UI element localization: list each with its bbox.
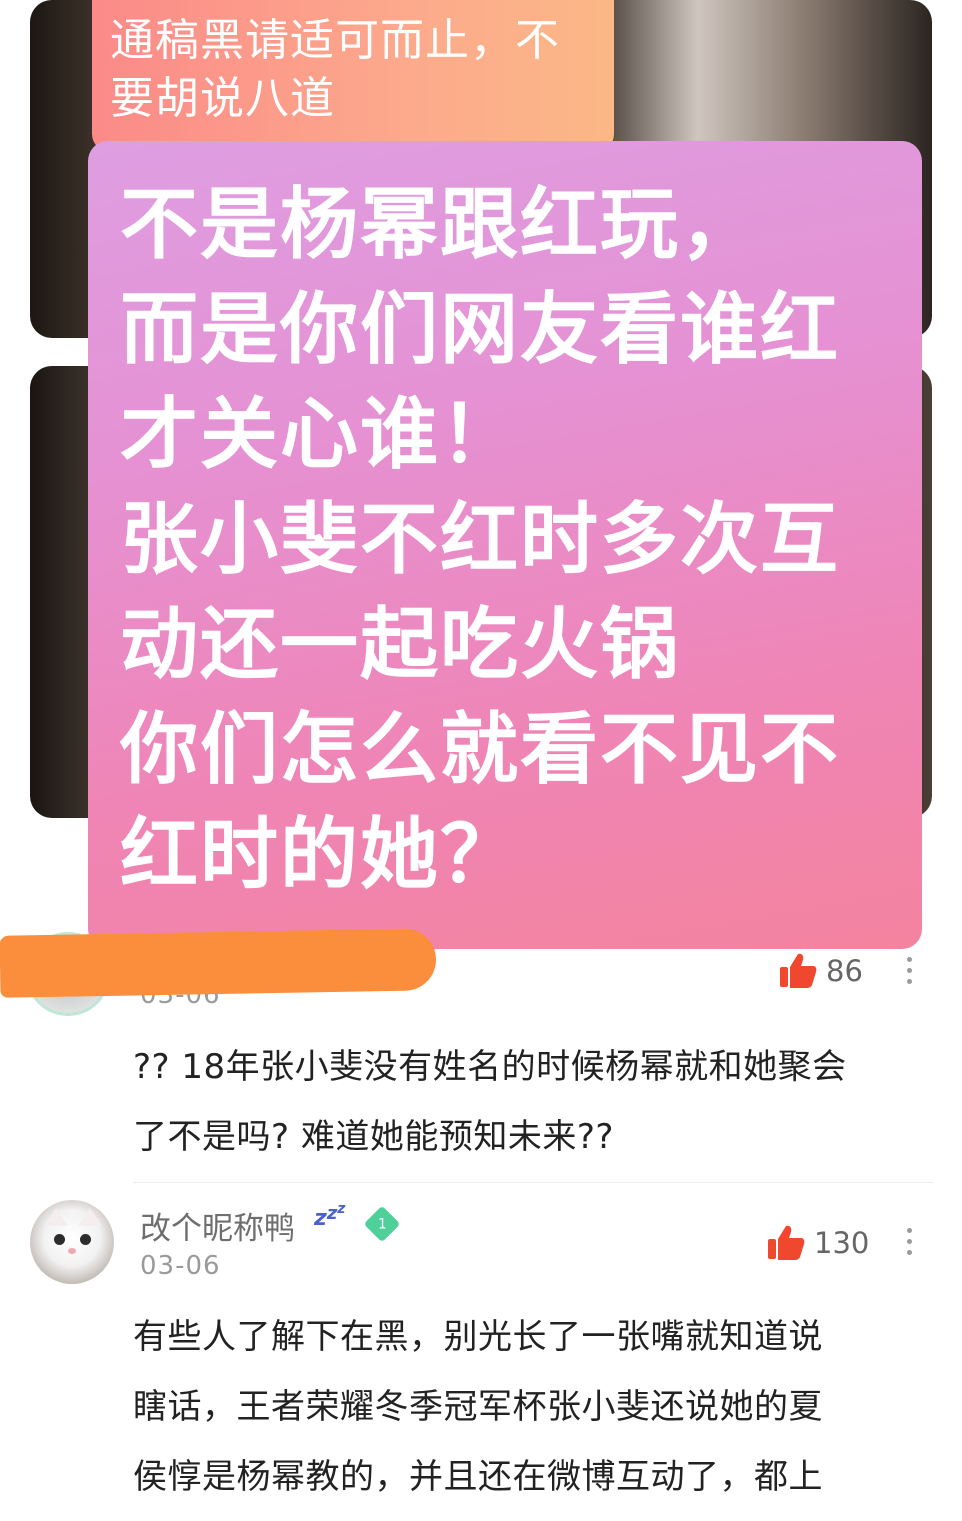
commenter-name[interactable]: 改个昵称鸭 — [140, 1203, 295, 1248]
caption-large-line: 红时的她？ — [120, 810, 521, 900]
caption-large-line: 动还一起吃火锅 — [120, 600, 681, 690]
comment-text-line: 了不是吗? 难道她能预知未来?? — [133, 1117, 614, 1157]
caption-bubble-small: 通稿黑请适可而止，不 要胡说八道 — [92, 0, 614, 152]
like-button[interactable]: 86 — [778, 951, 863, 991]
comment-divider — [133, 1182, 933, 1183]
comment-text-line: 瞎话，王者荣耀冬季冠军杯张小斐还说她的夏 — [133, 1387, 823, 1427]
redaction-scribble — [0, 928, 437, 998]
sleep-zzz-icon: zzz — [314, 1201, 346, 1231]
caption-large-line: 张小斐不红时多次互 — [120, 495, 841, 585]
comment-text-line: ?? 18年张小斐没有姓名的时候杨幂就和她聚会 — [133, 1047, 847, 1087]
caption-large-line: 不是杨幂跟红玩， — [120, 180, 761, 270]
like-count: 130 — [814, 1226, 870, 1260]
caption-small-line-2: 要胡说八道 — [110, 73, 335, 124]
comment-text-line: 有些人了解下在黑，别光长了一张嘴就知道说 — [133, 1317, 823, 1357]
caption-small-line-1: 通稿黑请适可而止，不 — [110, 15, 560, 66]
like-button[interactable]: 130 — [766, 1223, 869, 1263]
avatar[interactable] — [30, 1200, 114, 1284]
caption-large-line: 而是你们网友看谁红 — [120, 285, 841, 375]
thumbs-up-icon — [780, 953, 817, 988]
caption-bubble-large: 不是杨幂跟红玩， 而是你们网友看谁红 才关心谁！ 张小斐不红时多次互 动还一起吃… — [88, 141, 922, 949]
like-count: 86 — [826, 954, 863, 988]
caption-large-line: 你们怎么就看不见不 — [120, 705, 841, 795]
caption-large-line: 才关心谁！ — [120, 390, 521, 480]
comment-date: 03-06 — [140, 1251, 221, 1281]
comment-text: ?? 18年张小斐没有姓名的时候杨幂就和她聚会 了不是吗? 难道她能预知未来?? — [133, 1032, 933, 1172]
more-options-icon[interactable] — [907, 957, 912, 984]
comment-text: 有些人了解下在黑，别光长了一张嘴就知道说 瞎话，王者荣耀冬季冠军杯张小斐还说她的… — [133, 1302, 933, 1512]
more-options-icon[interactable] — [907, 1228, 912, 1255]
comment-text-line: 侯惇是杨幂教的，并且还在微博互动了，都上 — [133, 1457, 823, 1497]
level-badge-icon: 1 — [363, 1205, 401, 1243]
thumbs-up-icon — [768, 1225, 805, 1260]
